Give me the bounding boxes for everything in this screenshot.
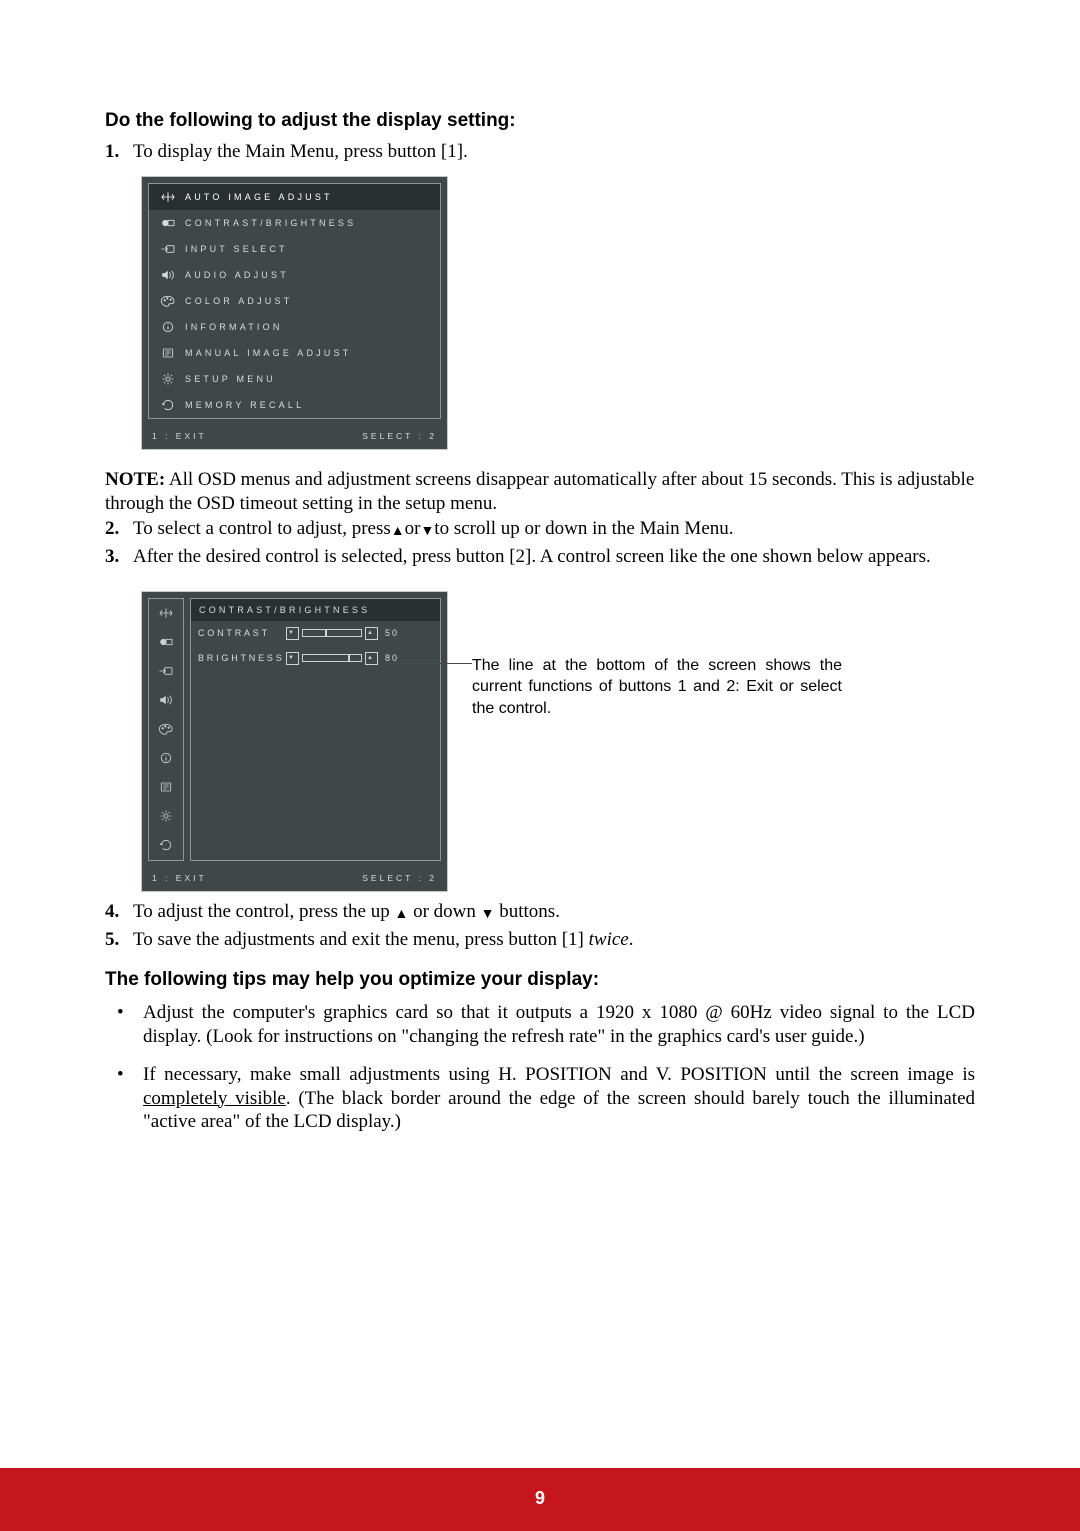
- slider[interactable]: [302, 629, 362, 637]
- tip-bullet: •Adjust the computer's graphics card so …: [105, 1001, 975, 1049]
- osd-item-audio-adjust[interactable]: AUDIO ADJUST: [149, 262, 440, 288]
- step-number: 4.: [105, 900, 133, 924]
- contrast-brightness-icon: [157, 216, 179, 230]
- osd-item-label: CONTRAST/BRIGHTNESS: [179, 218, 356, 228]
- osd-item-label: MEMORY RECALL: [179, 400, 304, 410]
- osd-item-input-select[interactable]: INPUT SELECT: [149, 236, 440, 262]
- osd2-row-contrast: CONTRAST▼ ▲ 50: [191, 621, 440, 646]
- osd2-sidebar-contrast-brightness[interactable]: [149, 628, 183, 657]
- memory-recall-icon: [157, 398, 179, 412]
- tip-text: If necessary, make small adjustments usi…: [143, 1063, 975, 1134]
- step-number: 3.: [105, 545, 133, 569]
- step-text-pre: To adjust the control, press the up: [133, 901, 394, 922]
- step-text-post: to scroll up or down in the Main Menu.: [434, 518, 733, 539]
- setup-menu-icon: [157, 372, 179, 386]
- up-triangle-icon: ▲: [394, 906, 408, 924]
- osd-item-color-adjust[interactable]: COLOR ADJUST: [149, 288, 440, 314]
- callout: The line at the bottom of the screen sho…: [472, 573, 842, 720]
- decrease-button[interactable]: ▼: [286, 627, 299, 640]
- step-5: 5. To save the adjustments and exit the …: [105, 928, 975, 952]
- auto-image-adjust-icon: [157, 190, 179, 204]
- osd2-footer-select: SELECT : 2: [362, 873, 437, 883]
- osd2-row-label: BRIGHTNESS: [198, 653, 286, 663]
- osd2-sidebar-information[interactable]: [149, 744, 183, 773]
- osd-item-label: AUTO IMAGE ADJUST: [179, 192, 333, 202]
- decrease-button[interactable]: ▼: [286, 652, 299, 665]
- step-text-mid: or down: [408, 901, 480, 922]
- osd2-sidebar-color-adjust[interactable]: [149, 715, 183, 744]
- osd-main-menu: AUTO IMAGE ADJUST CONTRAST/BRIGHTNESS INPU…: [141, 176, 448, 450]
- slider-value: 80: [385, 653, 399, 663]
- osd2-sidebar-setup-menu[interactable]: [149, 802, 183, 831]
- callout-leader-line: [380, 663, 472, 664]
- step-text: To display the Main Menu, press button […: [133, 140, 975, 164]
- note-text: All OSD menus and adjustment screens dis…: [105, 469, 974, 514]
- osd-item-auto-image-adjust[interactable]: AUTO IMAGE ADJUST: [149, 184, 440, 210]
- osd2-sidebar-input-select[interactable]: [149, 657, 183, 686]
- step-text-post: buttons.: [495, 901, 560, 922]
- page-footer: 9: [0, 1468, 1080, 1531]
- step-number: 2.: [105, 517, 133, 541]
- osd-item-memory-recall[interactable]: MEMORY RECALL: [149, 392, 440, 418]
- heading-adjust: Do the following to adjust the display s…: [105, 110, 975, 132]
- osd2-sidebar-manual-image-adjust[interactable]: [149, 773, 183, 802]
- bullet-marker: •: [105, 1001, 143, 1049]
- down-triangle-icon: ▼: [420, 523, 434, 541]
- osd-footer-select: SELECT : 2: [362, 431, 437, 441]
- step-text: To adjust the control, press the up ▲ or…: [133, 900, 975, 924]
- osd-item-label: AUDIO ADJUST: [179, 270, 289, 280]
- osd2-row-brightness: BRIGHTNESS▼ ▲ 80: [191, 646, 440, 671]
- slider-value: 50: [385, 628, 399, 638]
- input-select-icon: [157, 242, 179, 256]
- page-number: 9: [535, 1488, 545, 1508]
- osd-item-label: INFORMATION: [179, 322, 283, 332]
- increase-button[interactable]: ▲: [365, 652, 378, 665]
- step-number: 5.: [105, 928, 133, 952]
- bullet-marker: •: [105, 1063, 143, 1134]
- step-text: To save the adjustments and exit the men…: [133, 928, 975, 952]
- osd2-row-label: CONTRAST: [198, 628, 286, 638]
- down-triangle-icon: ▼: [481, 906, 495, 924]
- osd-item-manual-image-adjust[interactable]: MANUAL IMAGE ADJUST: [149, 340, 440, 366]
- osd-item-setup-menu[interactable]: SETUP MENU: [149, 366, 440, 392]
- step-text: After the desired control is selected, p…: [133, 545, 975, 569]
- step-4: 4. To adjust the control, press the up ▲…: [105, 900, 975, 924]
- slider[interactable]: [302, 654, 362, 662]
- note: NOTE: All OSD menus and adjustment scree…: [105, 468, 975, 516]
- step-text-em: twice: [589, 929, 629, 950]
- osd-control-screen: CONTRAST/BRIGHTNESS CONTRAST▼▲50BRIGHTNE…: [141, 591, 448, 892]
- note-label: NOTE:: [105, 469, 165, 490]
- manual-image-adjust-icon: [157, 346, 179, 360]
- heading-tips: The following tips may help you optimize…: [105, 969, 975, 991]
- osd2-sidebar-auto-image-adjust[interactable]: [149, 599, 183, 628]
- step-text-post: .: [629, 929, 634, 950]
- step-text-pre: To select a control to adjust, press: [133, 518, 391, 539]
- increase-button[interactable]: ▲: [365, 627, 378, 640]
- step-3: 3. After the desired control is selected…: [105, 545, 975, 569]
- osd-item-information[interactable]: INFORMATION: [149, 314, 440, 340]
- osd-item-label: SETUP MENU: [179, 374, 276, 384]
- osd-item-contrast-brightness[interactable]: CONTRAST/BRIGHTNESS: [149, 210, 440, 236]
- tip-bullet: •If necessary, make small adjustments us…: [105, 1063, 975, 1134]
- callout-text: The line at the bottom of the screen sho…: [472, 657, 842, 717]
- osd-item-label: COLOR ADJUST: [179, 296, 292, 306]
- step-text: To select a control to adjust, press▲or▼…: [133, 517, 975, 541]
- osd-item-label: MANUAL IMAGE ADJUST: [179, 348, 351, 358]
- osd2-sidebar-audio-adjust[interactable]: [149, 686, 183, 715]
- osd2-sidebar-memory-recall[interactable]: [149, 831, 183, 860]
- audio-adjust-icon: [157, 268, 179, 282]
- osd-item-label: INPUT SELECT: [179, 244, 288, 254]
- up-triangle-icon: ▲: [391, 523, 405, 541]
- step-text-pre: To save the adjustments and exit the men…: [133, 929, 589, 950]
- step-1: 1. To display the Main Menu, press butto…: [105, 140, 975, 164]
- osd-footer-exit: 1 : EXIT: [152, 431, 207, 441]
- information-icon: [157, 320, 179, 334]
- step-2: 2. To select a control to adjust, press▲…: [105, 517, 975, 541]
- tip-text: Adjust the computer's graphics card so t…: [143, 1001, 975, 1049]
- osd2-footer-exit: 1 : EXIT: [152, 873, 207, 883]
- step-number: 1.: [105, 140, 133, 164]
- color-adjust-icon: [157, 294, 179, 308]
- osd2-header: CONTRAST/BRIGHTNESS: [191, 599, 440, 621]
